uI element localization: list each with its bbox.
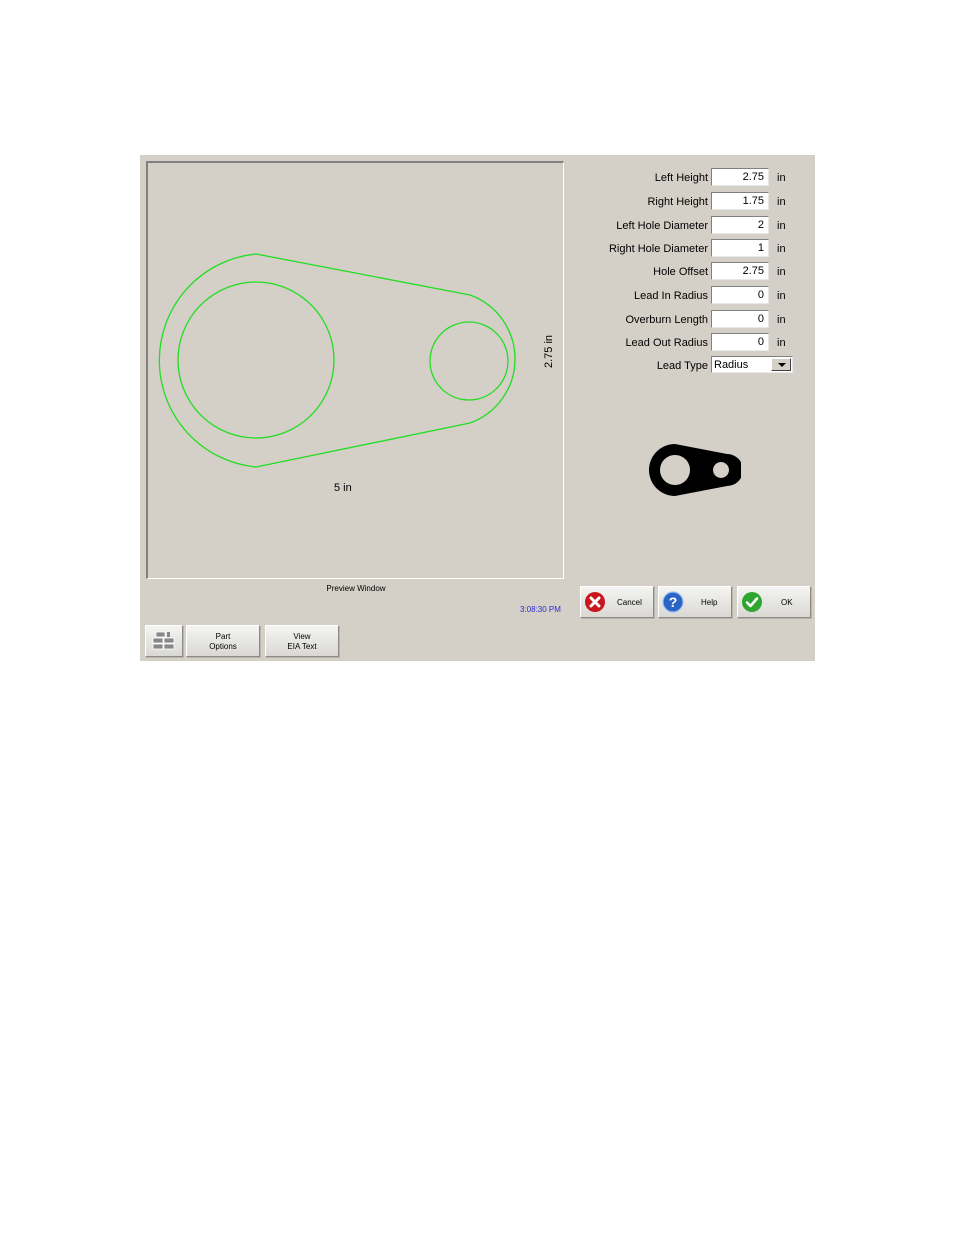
dropdown-arrow-icon[interactable]	[771, 358, 791, 371]
part-options-label-line1: Part	[215, 632, 231, 641]
left-hole	[177, 281, 335, 439]
view-eia-label-line2: EIA Text	[287, 642, 317, 651]
svg-text:?: ?	[669, 594, 678, 610]
right-hole-diameter-input[interactable]	[711, 239, 769, 257]
field-label: Left Height	[654, 172, 708, 184]
lead-out-radius-input[interactable]	[711, 333, 769, 351]
field-unit: in	[777, 314, 786, 326]
field-unit: in	[777, 290, 786, 302]
field-lead-in-radius: Lead In Radius in	[580, 286, 820, 306]
view-eia-label-line1: View	[293, 632, 311, 641]
field-unit: in	[777, 243, 786, 255]
right-height-input[interactable]	[711, 192, 769, 210]
help-label: Help	[701, 598, 718, 607]
height-dimension-label: 2.75 in	[543, 334, 555, 368]
field-unit: in	[777, 266, 786, 278]
preview-drawing	[158, 253, 516, 468]
part-thumbnail-icon	[649, 444, 741, 496]
part-outer-profile	[158, 253, 516, 468]
field-label: Right Height	[647, 196, 708, 208]
field-label: Hole Offset	[653, 266, 708, 278]
field-hole-offset: Hole Offset in	[580, 262, 820, 282]
part-options-button[interactable]: Part Options	[186, 625, 260, 657]
field-lead-out-radius: Lead Out Radius in	[580, 333, 820, 353]
field-unit: in	[777, 172, 786, 184]
ok-label: OK	[781, 598, 793, 607]
cancel-button[interactable]: Cancel	[580, 586, 654, 618]
shape-wizard-window: 5 in 2.75 in Preview Window 3:08:30 PM L…	[140, 155, 815, 661]
field-right-hole-diameter: Right Hole Diameter in	[580, 239, 820, 259]
thumbnail-shape	[649, 444, 741, 496]
field-label: Left Hole Diameter	[616, 220, 708, 232]
field-right-height: Right Height in	[580, 192, 820, 212]
field-label: Lead Out Radius	[625, 337, 708, 349]
field-label: Lead In Radius	[634, 290, 708, 302]
lead-type-value: Radius	[714, 359, 749, 371]
hole-offset-input[interactable]	[711, 262, 769, 280]
right-hole	[429, 321, 509, 401]
field-unit: in	[777, 196, 786, 208]
help-button[interactable]: ? Help	[658, 586, 732, 618]
field-left-hole-diameter: Left Hole Diameter in	[580, 216, 820, 236]
preview-caption: Preview Window	[326, 584, 386, 593]
clock: 3:08:30 PM	[520, 605, 561, 614]
red-x-circle-icon	[585, 592, 605, 612]
field-unit: in	[777, 337, 786, 349]
field-left-height: Left Height in	[580, 168, 820, 188]
ok-button[interactable]: OK	[737, 586, 811, 618]
field-unit: in	[777, 220, 786, 232]
view-eia-text-button[interactable]: View EIA Text	[265, 625, 339, 657]
lead-in-radius-input[interactable]	[711, 286, 769, 304]
cancel-label: Cancel	[617, 598, 642, 607]
width-dimension-label: 5 in	[334, 482, 352, 494]
left-hole-diameter-input[interactable]	[711, 216, 769, 234]
left-height-input[interactable]	[711, 168, 769, 186]
field-lead-type: Lead Type Radius	[580, 356, 820, 376]
green-check-circle-icon	[742, 592, 762, 612]
field-label: Lead Type	[656, 360, 708, 372]
lead-type-select[interactable]: Radius	[711, 356, 793, 373]
field-overburn-length: Overburn Length in	[580, 310, 820, 330]
shape-library-icon	[152, 631, 175, 650]
field-label: Right Hole Diameter	[608, 243, 708, 255]
overburn-length-input[interactable]	[711, 310, 769, 328]
preview-window: 5 in 2.75 in	[146, 161, 564, 579]
shape-library-button[interactable]	[145, 625, 183, 657]
blue-question-circle-icon: ?	[662, 591, 684, 613]
field-label: Overburn Length	[625, 314, 708, 326]
part-options-label-line2: Options	[209, 642, 237, 651]
